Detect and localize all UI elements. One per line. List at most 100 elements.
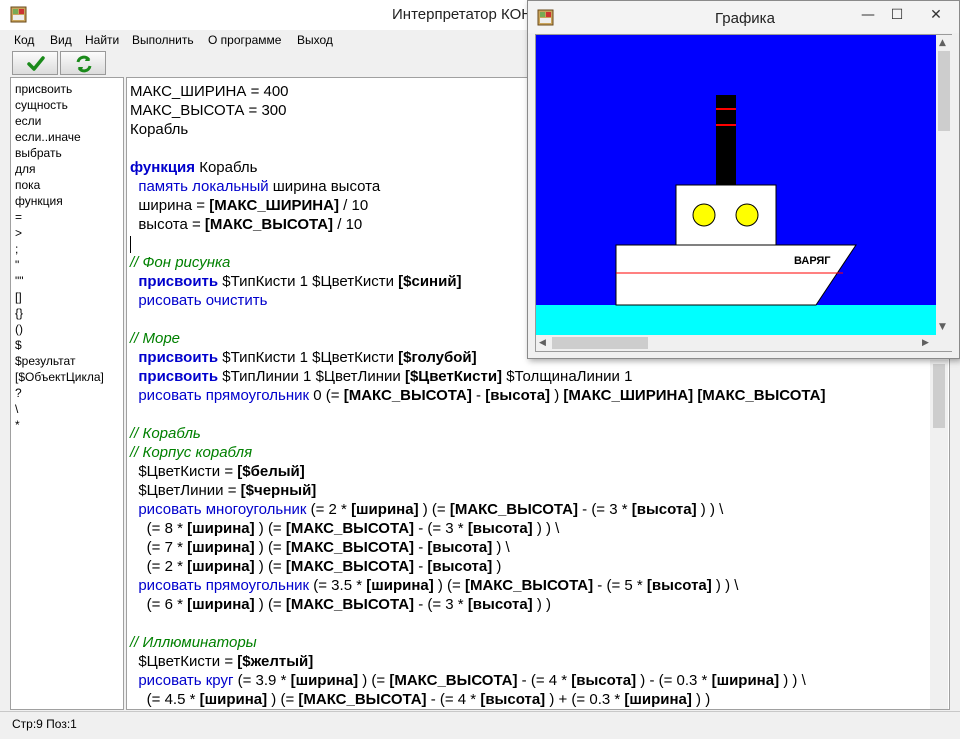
keyword-item[interactable]: $результат	[15, 353, 75, 369]
code-token: )	[550, 387, 564, 404]
code-token: - (= 3 *	[414, 596, 468, 613]
code-token: [$синий]	[398, 273, 462, 290]
minimize-button[interactable]: —	[855, 5, 881, 25]
code-token: ) )	[532, 596, 551, 613]
code-token: присвоить	[138, 349, 219, 366]
code-token: - (= 4 *	[517, 672, 572, 689]
status-bar: Стр:9 Поз:1	[0, 711, 960, 739]
code-token: )	[492, 558, 502, 575]
code-token: $ТипКисти 1 $ЦветКисти	[218, 349, 399, 366]
code-token: [МАКС_ШИРИНА] [МАКС_ВЫСОТА]	[563, 387, 826, 404]
graphics-hscroll-thumb[interactable]	[552, 337, 648, 349]
keyword-item[interactable]: "	[15, 257, 19, 273]
close-button[interactable]: ✕	[923, 5, 949, 25]
keyword-item[interactable]: \	[15, 401, 18, 417]
code-token: - (= 4 *	[426, 691, 481, 708]
keyword-item[interactable]: если..иначе	[15, 129, 81, 145]
keyword-item[interactable]: $	[15, 337, 22, 353]
code-token: присвоить	[138, 368, 219, 385]
code-token: рисовать круг	[138, 672, 234, 689]
keyword-item[interactable]: =	[15, 209, 22, 225]
app-icon	[537, 9, 554, 26]
keyword-item[interactable]: выбрать	[15, 145, 62, 161]
refresh-icon	[76, 55, 92, 73]
keyword-item[interactable]: сущность	[15, 97, 68, 113]
code-token: [ширина]	[187, 596, 255, 613]
menu-view[interactable]: Вид	[50, 33, 72, 47]
keyword-item[interactable]: для	[15, 161, 36, 177]
keyword-item[interactable]: пока	[15, 177, 40, 193]
keyword-item[interactable]: ""	[15, 273, 24, 289]
code-token: ) )	[691, 691, 711, 708]
menu-find[interactable]: Найти	[85, 33, 119, 47]
code-token: [$ЦветКисти]	[404, 368, 503, 385]
code-line: (= 6 * [ширина] ) (= [МАКС_ВЫСОТА] - (= …	[130, 595, 930, 614]
code-token: ) ) \	[779, 672, 806, 689]
scroll-up-icon[interactable]: ▲	[939, 37, 946, 49]
code-token: ) (=	[254, 596, 286, 613]
code-token: [ширина]	[187, 558, 255, 575]
code-token: рисовать многоугольник	[138, 501, 307, 518]
code-token: $ТолщинаЛинии 1	[502, 368, 633, 385]
code-token: [ширина]	[624, 691, 692, 708]
editor-scroll-thumb[interactable]	[933, 364, 945, 428]
code-token: / 10	[333, 216, 363, 233]
keyword-item[interactable]: {}	[15, 305, 23, 321]
menu-exit[interactable]: Выход	[297, 33, 333, 47]
keyword-item[interactable]: [$ОбъектЦикла]	[15, 369, 104, 385]
keyword-item[interactable]: если	[15, 113, 41, 129]
keyword-item[interactable]: []	[15, 289, 22, 305]
code-token: $ЦветЛинии =	[130, 482, 241, 499]
superstructure	[675, 184, 777, 246]
keyword-item[interactable]: функция	[15, 193, 63, 209]
graphics-vscroll-thumb[interactable]	[938, 51, 950, 131]
keyword-item[interactable]: >	[15, 225, 22, 241]
scroll-down-icon[interactable]: ▼	[939, 321, 946, 333]
maximize-button[interactable]: ☐	[884, 5, 910, 25]
keyword-item[interactable]: ()	[15, 321, 23, 337]
code-token: // Иллюминаторы	[130, 634, 257, 651]
code-token: $ЦветКисти =	[130, 653, 238, 670]
code-token: [ширина]	[290, 672, 359, 689]
code-token: функция	[130, 159, 196, 176]
code-line: // Корпус корабля	[130, 443, 930, 462]
keyword-item[interactable]: присвоить	[15, 81, 72, 97]
code-token: [$белый]	[237, 463, 305, 480]
menu-about[interactable]: О программе	[208, 33, 281, 47]
code-line: рисовать многоугольник (= 2 * [ширина] )…	[130, 500, 930, 519]
sea	[536, 305, 936, 335]
menu-code[interactable]: Код	[14, 33, 34, 47]
code-token: ) \	[492, 539, 510, 556]
code-token: // Море	[130, 330, 181, 347]
keyword-item[interactable]: *	[15, 417, 20, 433]
code-token: 0 (=	[309, 387, 344, 404]
code-token: [МАКС_ВЫСОТА]	[298, 691, 427, 708]
refresh-button[interactable]	[60, 51, 106, 75]
code-token: [ширина]	[199, 691, 268, 708]
code-token: память локальный	[138, 178, 269, 195]
graphics-vertical-scrollbar[interactable]: ▲ ▼	[936, 35, 952, 335]
run-button[interactable]	[12, 51, 58, 75]
code-token: (= 3.9 *	[233, 672, 291, 689]
code-token: ) (=	[254, 520, 286, 537]
graphics-canvas-area: ВАРЯГ ▲ ▼ ◀ ▶	[535, 34, 952, 352]
code-token: // Корабль	[130, 425, 201, 442]
code-token: [$голубой]	[398, 349, 477, 366]
code-token: [высота]	[427, 558, 493, 575]
graphics-horizontal-scrollbar[interactable]: ◀ ▶	[536, 335, 936, 351]
scroll-right-icon[interactable]: ▶	[922, 337, 929, 349]
scroll-left-icon[interactable]: ◀	[539, 337, 546, 349]
code-token: -	[414, 539, 428, 556]
menu-run[interactable]: Выполнить	[132, 33, 194, 47]
code-token: [МАКС_ВЫСОТА]	[285, 596, 415, 613]
code-token: (= 4.5 *	[130, 691, 200, 708]
code-line: (= 4.5 * [ширина] ) (= [МАКС_ВЫСОТА] - (…	[130, 690, 930, 709]
keyword-item[interactable]: ?	[15, 385, 22, 401]
keyword-item[interactable]: ;	[15, 241, 18, 257]
code-token: ) - (= 0.3 *	[636, 672, 712, 689]
code-token: $ТипЛинии 1 $ЦветЛинии	[218, 368, 405, 385]
code-token: -	[414, 558, 428, 575]
code-token: рисовать прямоугольник	[138, 387, 310, 404]
code-token: $ТипКисти 1 $ЦветКисти	[218, 273, 399, 290]
